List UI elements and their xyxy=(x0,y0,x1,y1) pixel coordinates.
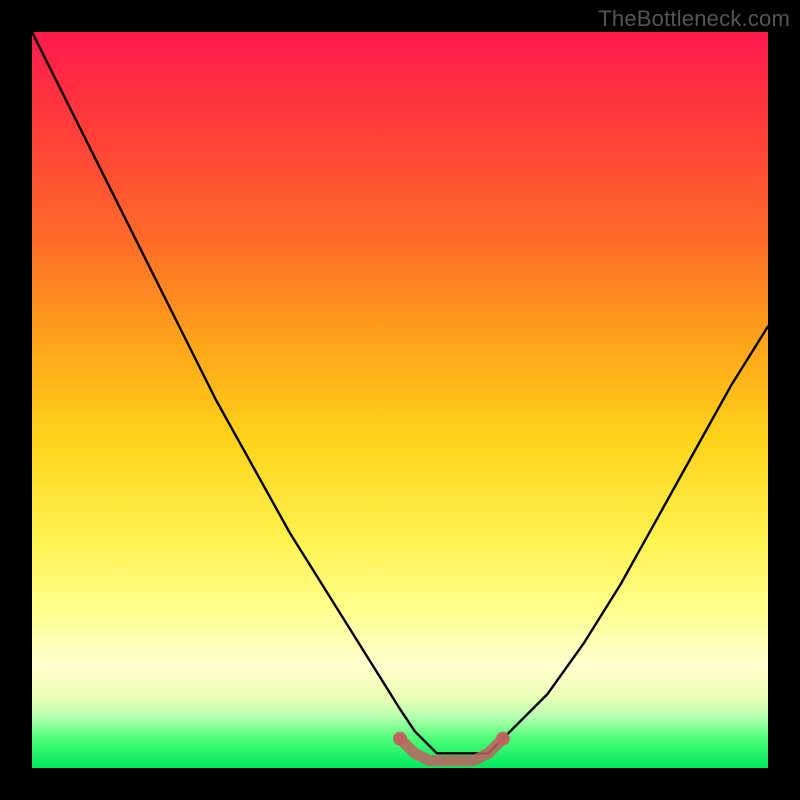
trough-marker-dot xyxy=(496,732,510,746)
plot-area xyxy=(32,32,768,768)
chart-frame: TheBottleneck.com xyxy=(0,0,800,800)
bottleneck-curve-path xyxy=(32,32,768,753)
trough-marker-dot xyxy=(393,732,407,746)
trough-marker-path xyxy=(400,739,503,761)
watermark-text: TheBottleneck.com xyxy=(598,6,790,32)
curve-layer xyxy=(32,32,768,768)
